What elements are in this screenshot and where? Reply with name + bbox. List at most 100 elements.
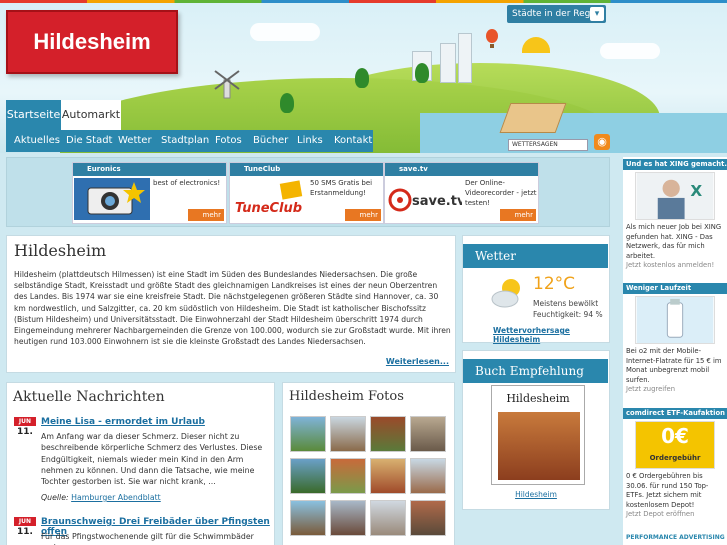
book-heading: Buch Empfehlung	[463, 359, 608, 383]
photo-thumbnail[interactable]	[410, 458, 446, 494]
chevron-down-icon: ▾	[590, 7, 604, 21]
sidebar-ad-copy: Als mich neuer Job bei XING gefunden hat…	[626, 223, 722, 260]
badge-label: Ordergebühr	[649, 454, 701, 462]
sidebar-ad-copy: Bei o2 mit der Mobile-Internet-Flatrate …	[626, 347, 722, 384]
news-title: Aktuelle Nachrichten	[13, 389, 165, 405]
book-cover-title: Hildesheim	[506, 392, 570, 405]
photo-thumbnail[interactable]	[290, 416, 326, 452]
nav-die-stadt[interactable]: Die Stadt	[66, 130, 112, 152]
nav-kontakt[interactable]: Kontakt	[334, 130, 372, 152]
svg-text:TuneClub: TuneClub	[235, 201, 302, 216]
photo-thumbnail[interactable]	[410, 500, 446, 536]
source-label: Quelle:	[41, 493, 69, 502]
weather-panel: Wetter 12°C Meistens bewölkt Feuchtigkei…	[462, 235, 610, 344]
ad-more-button[interactable]: mehr	[500, 209, 536, 221]
sidebar-ad-cta[interactable]: Jetzt zugreifen	[626, 385, 724, 395]
ad-tuneclub[interactable]: TuneClub TuneClub 50 SMS Gratis bei Erst…	[229, 162, 384, 224]
svg-text:X: X	[690, 182, 702, 200]
sidebar-ad-title: Und es hat XING gemacht.	[623, 159, 727, 170]
sidebar-ad-comdirect[interactable]: comdirect ETF-Kaufaktion 0€ Ordergebühr …	[623, 408, 727, 533]
ad-euronics[interactable]: Euronics best of electronics! mehr	[72, 162, 227, 224]
usb-stick-icon	[635, 296, 715, 344]
svg-text:save.tv: save.tv	[412, 194, 462, 209]
ad-more-button[interactable]: mehr	[345, 209, 381, 221]
intro-panel: Hildesheim Hildesheim (plattdeutsch Hilm…	[6, 235, 456, 373]
site-logo[interactable]: Hildesheim	[6, 10, 178, 74]
tree-decoration	[355, 68, 369, 88]
wettersagen-badge[interactable]: WETTERSAGEN	[508, 139, 588, 151]
photo-thumbnail[interactable]	[290, 458, 326, 494]
sidebar-ad-title: comdirect ETF-Kaufaktion	[623, 408, 727, 419]
photo-thumbnail[interactable]	[290, 500, 326, 536]
nav-aktuelles[interactable]: Aktuelles	[14, 130, 60, 152]
news-panel: Aktuelle Nachrichten JUN 11. Meine Lisa …	[6, 382, 275, 545]
date-month: JUN	[14, 517, 36, 526]
date-badge: JUN 11.	[14, 417, 36, 438]
weather-humidity: Feuchtigkeit: 94 %	[533, 310, 603, 319]
nav-wetter[interactable]: Wetter	[118, 130, 152, 152]
ad-title: save.tv	[385, 163, 538, 176]
book-cover[interactable]: Hildesheim	[491, 385, 585, 485]
tuneclub-logo-icon: TuneClub	[231, 178, 307, 220]
sidebar-ad-text: Bei o2 mit der Mobile-Internet-Flatrate …	[626, 347, 724, 395]
ad-text: 50 SMS Gratis bei Erstanmeldung!	[310, 179, 373, 197]
photo-thumbnail[interactable]	[370, 500, 406, 536]
photo-thumbnail[interactable]	[370, 458, 406, 494]
sidebar-ad-cta[interactable]: Jetzt kostenlos anmelden!	[626, 261, 724, 271]
nav-links[interactable]: Links	[297, 130, 323, 152]
date-day: 11.	[17, 527, 33, 537]
ad-more-button[interactable]: mehr	[188, 209, 224, 221]
nav-buecher[interactable]: Bücher	[253, 130, 288, 152]
photo-thumbnail[interactable]	[330, 458, 366, 494]
intro-text: Hildesheim (plattdeutsch Hilmessen) ist …	[14, 270, 451, 347]
nav-stadtplan[interactable]: Stadtplan	[161, 130, 209, 152]
sun-decoration	[522, 37, 550, 53]
photo-thumbnail[interactable]	[330, 416, 366, 452]
photo-thumbnail[interactable]	[370, 416, 406, 452]
news-item-title[interactable]: Meine Lisa - ermordet im Urlaub	[41, 417, 205, 427]
savetv-logo-icon: save.tv	[386, 178, 462, 220]
news-item-source: Quelle: Hamburger Abendblatt	[41, 493, 161, 502]
date-day: 11.	[17, 427, 33, 437]
sub-navigation: Aktuelles Die Stadt Wetter Stadtplan Fot…	[6, 130, 373, 152]
sidebar-ad-cta[interactable]: Jetzt Depot eröffnen	[626, 510, 724, 520]
ad-title: Euronics	[73, 163, 226, 176]
weather-temperature: 12°C	[533, 274, 576, 294]
date-month: JUN	[14, 417, 36, 426]
rss-icon[interactable]: ◉	[594, 134, 610, 150]
building-decoration	[440, 43, 456, 83]
date-badge: JUN 11.	[14, 517, 36, 538]
cloud-decoration	[600, 43, 660, 59]
sidebar-ad-copy: 0 € Ordergebühren bis 30.06. für rund 15…	[626, 472, 709, 509]
tree-decoration	[280, 93, 294, 113]
building-decoration	[458, 33, 472, 83]
tree-decoration	[415, 63, 429, 83]
performance-advertising-label: PERFORMANCE ADVERTISING	[626, 534, 725, 541]
cloud-decoration	[250, 23, 320, 41]
sidebar-ads: Und es hat XING gemacht. X Als mich neue…	[623, 157, 727, 545]
photo-thumbnail[interactable]	[330, 500, 366, 536]
weather-description: Meistens bewölkt Feuchtigkeit: 94 %	[533, 298, 603, 320]
ordergebuehr-badge: 0€ Ordergebühr	[635, 421, 715, 469]
region-dropdown[interactable]: Städte in der Region ▾	[507, 5, 606, 23]
ad-savetv[interactable]: save.tv save.tv Der Online-Videorecorder…	[384, 162, 539, 224]
sidebar-ad-o2[interactable]: Weniger Laufzeit Bei o2 mit der Mobile-I…	[623, 283, 727, 401]
tab-startseite[interactable]: Startseite	[6, 100, 61, 130]
logo-text: Hildesheim	[33, 29, 151, 54]
book-link[interactable]: Hildesheim	[463, 490, 609, 499]
sidebar-ad-xing[interactable]: Und es hat XING gemacht. X Als mich neue…	[623, 159, 727, 277]
source-link[interactable]: Hamburger Abendblatt	[71, 493, 161, 502]
tab-automarkt[interactable]: Automarkt	[61, 100, 121, 130]
balloon-icon	[486, 29, 498, 48]
ad-text: best of electronics!	[153, 179, 221, 187]
read-more-link[interactable]: Weiterlesen...	[386, 357, 449, 366]
nav-fotos[interactable]: Fotos	[215, 130, 242, 152]
dock-decoration	[499, 103, 567, 133]
partly-cloudy-icon	[491, 279, 520, 308]
sidebar-ad-text: Als mich neuer Job bei XING gefunden hat…	[626, 223, 724, 271]
badge-amount: 0€	[661, 424, 689, 448]
fotos-panel: Hildesheim Fotos	[282, 382, 455, 545]
forecast-link[interactable]: Wettervorhersage Hildesheim	[493, 326, 609, 344]
photo-thumbnail[interactable]	[410, 416, 446, 452]
news-item-text: Am Anfang war da dieser Schmerz. Dieser …	[41, 432, 263, 487]
